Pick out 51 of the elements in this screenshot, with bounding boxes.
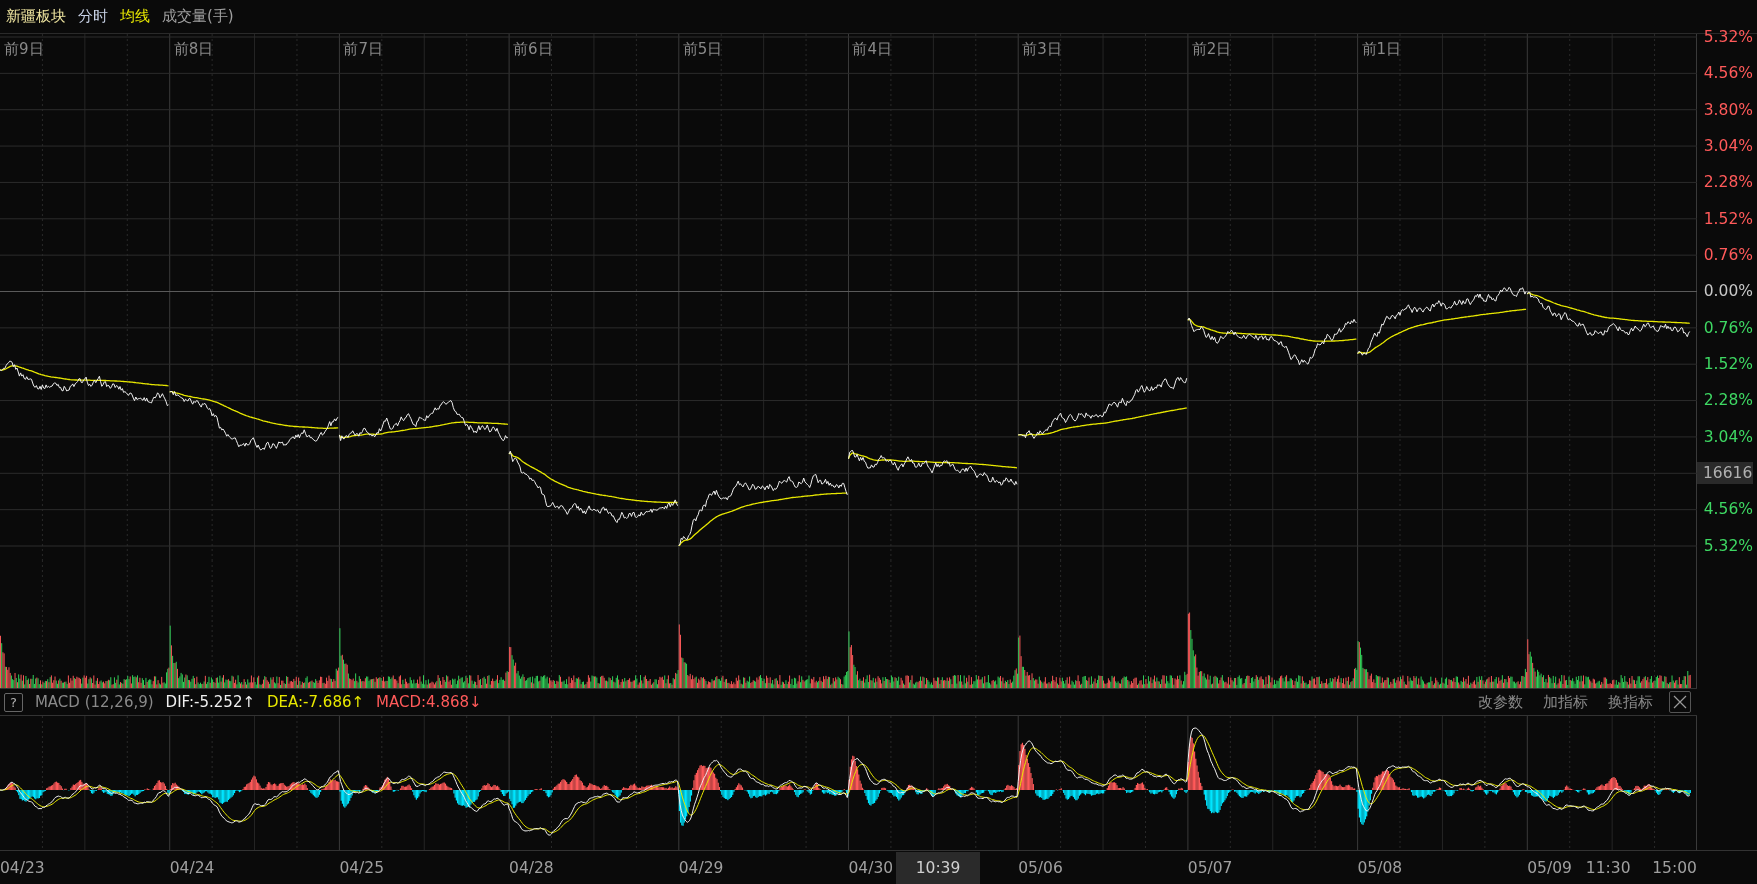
axis-label: 5.32% [1703,27,1753,48]
day-label: 前4日 [851,40,892,59]
axis-label: 4.56% [1703,499,1753,521]
date-label: 04/28 [509,858,554,877]
axis-label: 2.28% [1703,172,1753,194]
day-label: 前8日 [172,40,214,59]
axis-label: 0.00% [1703,281,1753,303]
date-label: 05/06 [1018,858,1063,877]
date-label: 04/30 [848,858,894,877]
day-label: 前5日 [681,40,723,59]
day-label: 前7日 [342,40,383,59]
time-label: 11:30 [1585,858,1631,877]
close-icon [1673,695,1687,709]
day-label: 前2日 [1190,40,1232,59]
axis-label: 1.52% [1703,208,1753,230]
day-label: 前6日 [512,40,553,59]
indicator-name: MACD (12,26,9) [34,693,154,711]
axis-label: 0.76% [1703,245,1753,267]
help-button[interactable]: ? [4,692,23,712]
day-label: 前9日 [3,40,44,59]
date-label: 05/09 [1527,858,1572,877]
axis-label: 3.80% [1703,99,1753,121]
date-label: 04/23 [0,858,45,877]
axis-label: 3.04% [1703,136,1753,158]
axis-label: 2.28% [1703,390,1753,412]
date-label: 04/25 [339,858,385,877]
axis-label: 3.04% [1703,426,1753,448]
indicator-action-button[interactable]: 加指标 [1539,692,1592,712]
indicator-action-button[interactable]: 改参数 [1474,692,1527,712]
date-label: 04/24 [169,858,215,877]
indicator-value: DEA:-7.686↑ [267,693,365,711]
legend-label: 分时 [78,7,108,26]
axis-label: 4.56% [1703,63,1753,85]
day-label: 前3日 [1021,40,1062,59]
date-label: 05/07 [1187,858,1233,877]
time-label: 15:00 [1652,858,1697,877]
legend-label: 均线 [120,7,150,26]
date-label: 04/29 [678,858,724,877]
legend-label: 成交量(手) [162,7,234,26]
chart-title: 新疆板块 [6,7,66,26]
date-label: 05/08 [1357,858,1403,877]
close-button[interactable] [1669,691,1691,713]
indicator-value: MACD:4.868↓ [376,693,482,711]
cursor-time-label: 10:39 [896,852,980,884]
axis-label: 1.52% [1703,354,1753,376]
indicator-value: DIF:-5.252↑ [165,693,256,711]
indicator-action-button[interactable]: 换指标 [1604,692,1657,712]
cursor-value-label: 16616 [1697,462,1753,485]
axis-label: 5.32% [1703,535,1753,557]
axis-label: 0.76% [1703,317,1753,339]
day-label: 前1日 [1360,40,1402,59]
